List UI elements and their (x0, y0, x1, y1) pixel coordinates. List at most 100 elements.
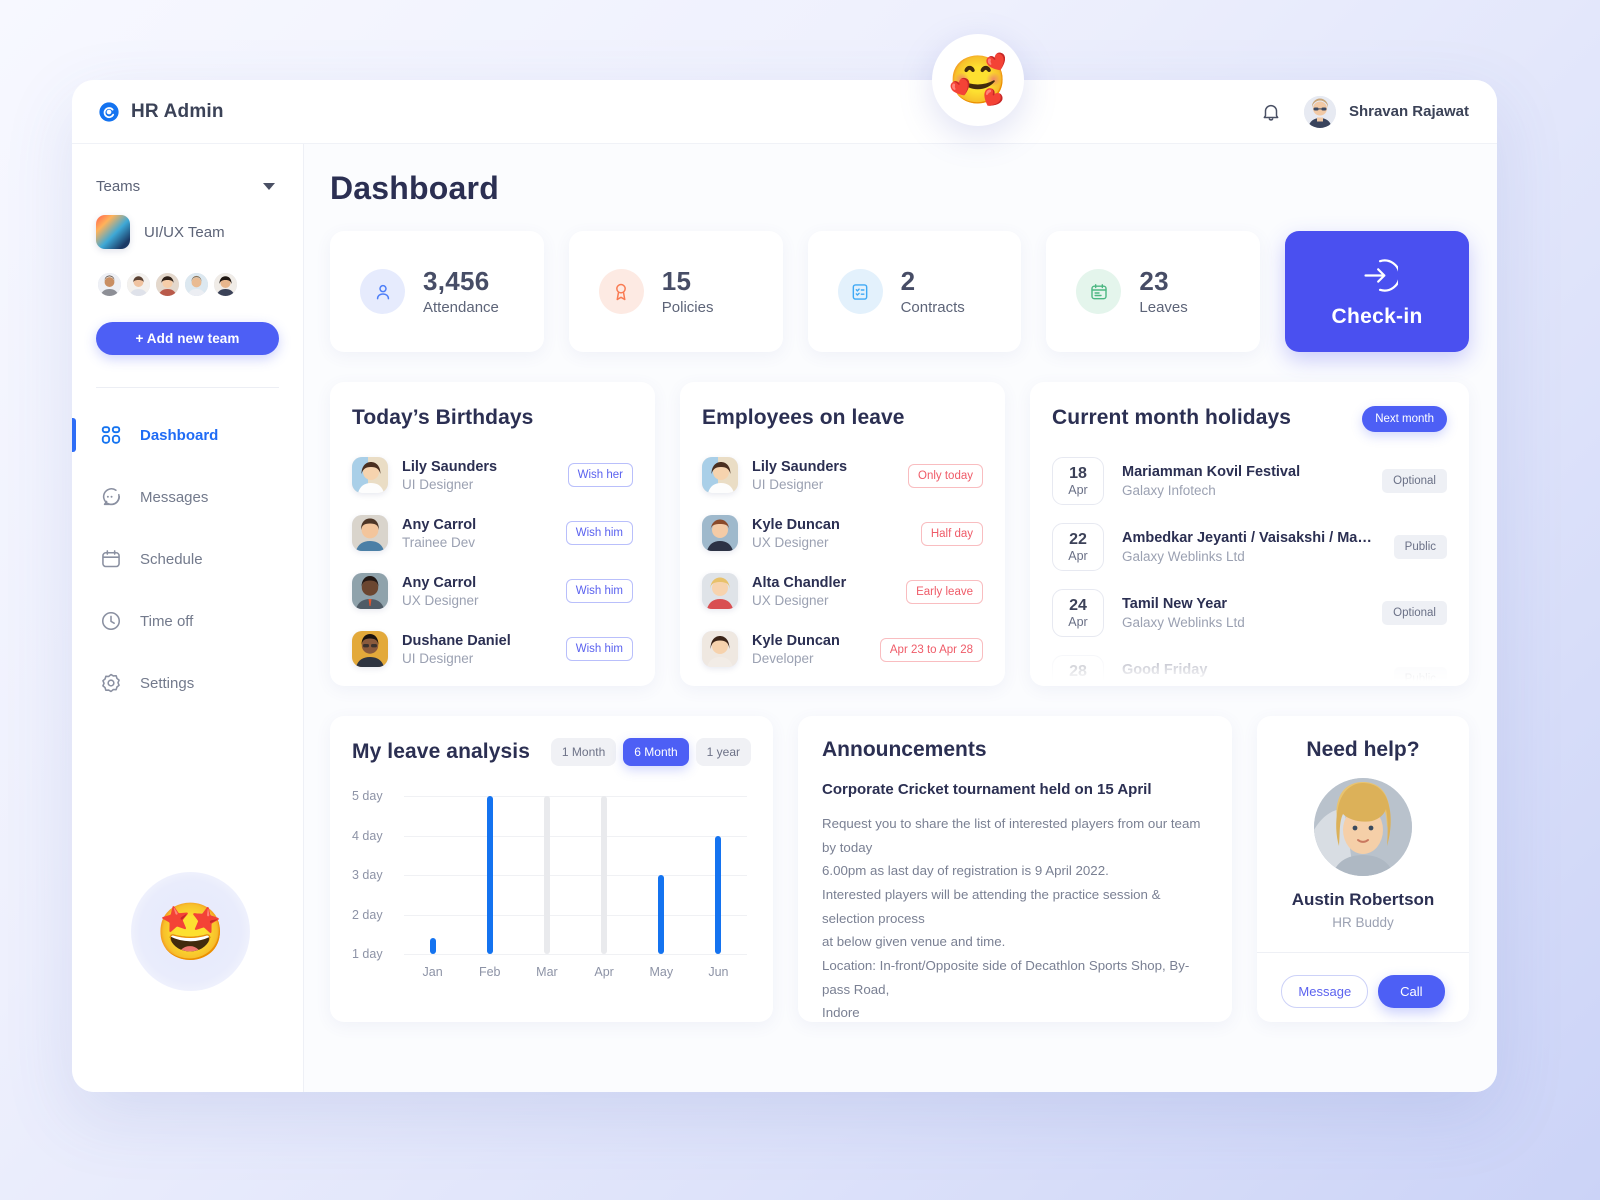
bottom-row: My leave analysis 1 Month 6 Month 1 year… (330, 716, 1469, 1022)
person-text: Any Carrol Trainee Dev (402, 517, 476, 550)
stat-value: 23 (1139, 266, 1169, 297)
list-item: Any Carrol Trainee Dev Wish him (352, 504, 633, 562)
holiday-name: Good Friday (1122, 662, 1208, 678)
avatar[interactable] (125, 271, 152, 298)
avatar (702, 515, 738, 551)
clipboard-checklist-icon (852, 283, 868, 300)
wish-button[interactable]: Wish her (567, 463, 633, 487)
x-tick-label: May (649, 965, 674, 979)
sidebar-item-label: Settings (140, 674, 195, 692)
current-month-holidays-card: Current month holidays Next month 18 Apr… (1030, 382, 1469, 686)
y-tick-label: 3 day (352, 868, 383, 882)
person-name: Lily Saunders (752, 458, 848, 475)
add-new-team-button[interactable]: + Add new team (96, 322, 279, 355)
range-1-year[interactable]: 1 year (695, 738, 751, 766)
bar-slot-jan[interactable]: Jan (404, 796, 461, 979)
stat-value: 15 (661, 266, 692, 297)
wish-button[interactable]: Wish him (565, 637, 633, 661)
chart-bars: Jan Feb Mar Apr May Jun (404, 796, 747, 979)
avatar (1303, 95, 1336, 128)
avatar[interactable] (154, 271, 181, 298)
avatar[interactable] (96, 271, 123, 298)
card-title: Employees on leave (702, 406, 905, 429)
stat-card-leaves[interactable]: 23 Leaves (1046, 231, 1261, 352)
person-action: Wish her (567, 463, 633, 487)
bar-jan (429, 938, 436, 954)
divider (1257, 952, 1469, 953)
announcement-line: Interested players will be attending the… (822, 886, 1161, 926)
person-name: Lily Saunders (402, 458, 498, 475)
x-tick-label: Apr (594, 965, 614, 979)
teams-dropdown[interactable]: Teams (72, 178, 303, 195)
person-role: UI Designer (402, 650, 474, 666)
holiday-day: 18 (1069, 464, 1087, 482)
check-in-button[interactable]: Check-in (1285, 231, 1469, 352)
wish-button[interactable]: Wish him (565, 521, 633, 545)
bar-slot-jun[interactable]: Jun (690, 796, 747, 979)
y-tick-label: 1 day (352, 947, 383, 961)
bar-slot-mar[interactable]: Mar (518, 796, 575, 979)
team-name: UI/UX Team (144, 223, 225, 241)
sidebar-item-label: Messages (140, 488, 209, 506)
sidebar-team-uiux[interactable]: UI/UX Team (72, 215, 303, 249)
bar-slot-may[interactable]: May (633, 796, 690, 979)
on-leave-list: Lily Saunders UI Designer Only today Kyl… (702, 446, 983, 678)
stat-value: 3,456 (423, 266, 490, 297)
bar-slot-apr[interactable]: Apr (576, 796, 633, 979)
stat-card-policies[interactable]: 15 Policies (568, 231, 783, 352)
bar-slot-feb[interactable]: Feb (461, 796, 518, 979)
x-tick-label: Mar (536, 965, 558, 979)
next-month-button[interactable]: Next month (1362, 406, 1447, 432)
range-6-month[interactable]: 6 Month (623, 738, 689, 766)
sidebar-item-messages[interactable]: Messages (72, 474, 303, 520)
brand[interactable]: HR Admin (98, 101, 224, 123)
stat-label: Leaves (1139, 298, 1188, 316)
stat-label: Attendance (423, 298, 499, 316)
calendar-check-icon-wrap (1076, 269, 1122, 314)
table-row: 22 Apr Ambedkar Jeyanti / Vaisakshi / Ma… (1052, 514, 1447, 580)
holiday-org: Galaxy Weblinks Ltd (1122, 615, 1245, 630)
person-role: UX Designer (752, 534, 829, 550)
bar-feb (486, 796, 493, 954)
person-action: Wish him (565, 579, 633, 603)
holiday-info: Tamil New Year Galaxy Weblinks Ltd (1122, 596, 1364, 630)
holiday-date: 28 Apr (1052, 655, 1104, 686)
card-title: Need help? (1306, 738, 1420, 761)
person-role: Trainee Dev (402, 534, 476, 550)
stat-card-contracts[interactable]: 2 Contracts (807, 231, 1022, 352)
stat-card-attendance[interactable]: 3,456 Attendance (330, 231, 544, 352)
avatar[interactable] (183, 271, 210, 298)
status-badge: Optional (1382, 601, 1447, 625)
star-struck-emoji: 🤩 (155, 899, 226, 963)
sidebar-item-settings[interactable]: Settings (72, 660, 303, 706)
range-1-month[interactable]: 1 Month (550, 738, 617, 766)
person-action: Half day (920, 522, 983, 546)
mid-row: Today’s Birthdays Lily Saunders UI Desig… (330, 382, 1469, 686)
avatar[interactable] (212, 271, 239, 298)
app-window: HR Admin Shravan Rajawat Teams UI/UX Tea… (72, 80, 1497, 1092)
stat-text: 3,456 Attendance (423, 266, 499, 316)
person-text: Dushane Daniel UI Designer (402, 633, 511, 666)
bell-icon[interactable] (1260, 101, 1282, 123)
clipboard-checklist-icon-wrap (837, 269, 883, 314)
y-tick-label: 2 day (352, 907, 383, 922)
person-role: Developer (752, 650, 814, 666)
person-text: Alta Chandler UX Designer (752, 575, 846, 608)
holiday-info: Ambedkar Jeyanti / Vaisakshi / Maha... G… (1122, 530, 1376, 564)
wish-button[interactable]: Wish him (565, 579, 633, 603)
sidebar-item-time-off[interactable]: Time off (72, 598, 303, 644)
help-actions: Message Call (1281, 975, 1445, 1008)
bar-may (658, 875, 665, 954)
sidebar-item-schedule[interactable]: Schedule (72, 536, 303, 582)
team-member-avatars (72, 271, 303, 298)
status-badge: Public (1393, 667, 1447, 686)
message-button[interactable]: Message (1281, 975, 1369, 1008)
call-button[interactable]: Call (1378, 975, 1445, 1008)
leave-bar-chart: 5 day 4 day 3 day 2 day 1 day Jan Feb Ma… (352, 788, 751, 988)
user-menu[interactable]: Shravan Rajawat (1303, 95, 1469, 128)
sidebar-item-label: Dashboard (140, 426, 219, 444)
user-icon-wrap (360, 269, 405, 314)
holiday-day: 28 (1069, 662, 1087, 680)
holiday-month: Apr (1068, 681, 1087, 686)
sidebar-item-dashboard[interactable]: Dashboard (72, 412, 303, 458)
